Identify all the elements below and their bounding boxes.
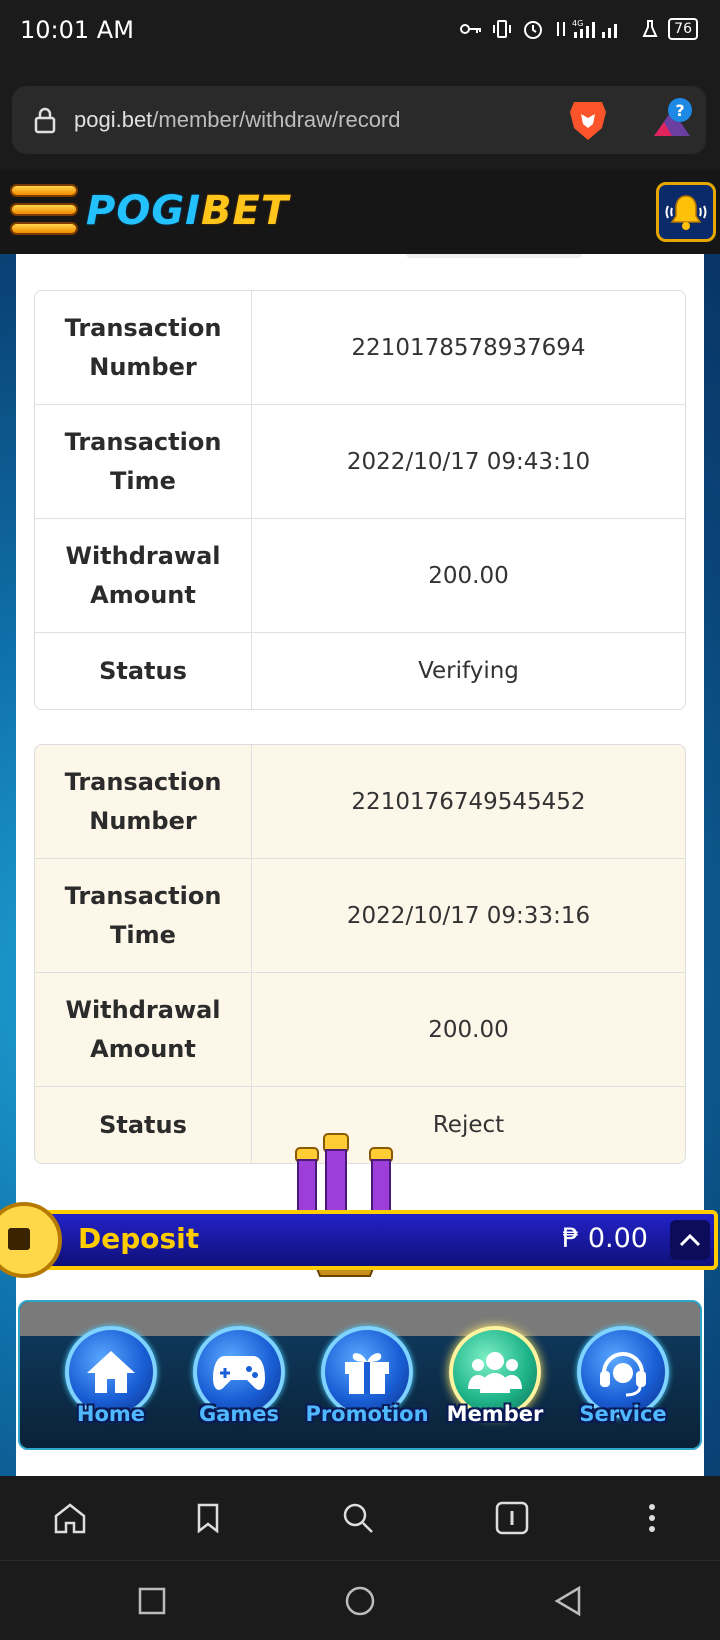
key-icon	[460, 24, 482, 34]
url-host: pogi.bet	[74, 107, 153, 132]
deposit-bar[interactable]: Deposit ₱ 0.00	[40, 1210, 718, 1270]
alarm-icon	[524, 21, 543, 39]
record-row: Transaction Time 2022/10/17 09:43:10	[35, 405, 685, 519]
nav-item-promotion[interactable]: Promotion	[305, 1326, 429, 1446]
transaction-number-value: 2210176749545452	[351, 788, 586, 815]
search-icon	[343, 1503, 373, 1533]
deposit-balance: ₱ 0.00	[562, 1223, 648, 1254]
record-row: Withdrawal Amount 200.00	[35, 973, 685, 1087]
nav-label-games: Games	[198, 1402, 280, 1426]
recents-button[interactable]	[130, 1579, 174, 1623]
bookmark-icon	[197, 1503, 219, 1534]
nav-item-games[interactable]: Games	[184, 1326, 294, 1446]
site-header: POGIBET	[0, 170, 720, 254]
record-row: Status Verifying	[35, 633, 685, 709]
withdraw-record-card: Transaction Number 2210176749545452 Tran…	[34, 744, 686, 1164]
bottom-nav: Home Games Promotion Member Service	[18, 1300, 702, 1450]
deposit-expand-button[interactable]	[670, 1220, 710, 1260]
back-button[interactable]	[546, 1579, 590, 1623]
back-triangle-icon	[554, 1585, 581, 1617]
withdraw-record-card: Transaction Number 2210178578937694 Tran…	[34, 290, 686, 710]
chevron-up-icon	[679, 1233, 701, 1247]
status-icons: 4G 76	[460, 18, 698, 40]
browser-chrome: pogi.bet/member/withdraw/record ?	[0, 66, 720, 170]
url-path: /member/withdraw/record	[152, 107, 401, 132]
nav-label-home: Home	[76, 1402, 146, 1426]
square-icon	[138, 1587, 166, 1615]
status-label: Status	[35, 1087, 252, 1163]
transaction-time-label: Transaction Time	[35, 859, 252, 972]
menu-bar-icon	[10, 184, 78, 197]
svg-text:4G: 4G	[572, 19, 583, 28]
transaction-time-value: 2022/10/17 09:43:10	[346, 448, 591, 475]
svg-text:?: ?	[675, 101, 684, 120]
bell-icon	[665, 195, 707, 230]
nav-label-member: Member	[446, 1402, 544, 1426]
tabs-icon	[495, 1501, 529, 1535]
system-nav-bar	[0, 1560, 720, 1640]
deposit-label: Deposit	[78, 1222, 200, 1255]
withdrawal-amount-label: Withdrawal Amount	[35, 973, 252, 1086]
transaction-time-value: 2022/10/17 09:33:16	[346, 902, 591, 929]
status-label: Status	[35, 633, 252, 709]
tab-stub	[406, 254, 582, 258]
record-row: Transaction Number 2210178578937694	[35, 291, 685, 405]
nav-item-home[interactable]: Home	[56, 1326, 166, 1446]
nav-label-promotion: Promotion	[305, 1402, 429, 1426]
circle-icon	[345, 1586, 375, 1616]
record-row: Withdrawal Amount 200.00	[35, 519, 685, 633]
brave-lion-icon[interactable]	[568, 98, 608, 142]
more-vertical-icon	[649, 1504, 655, 1532]
logo-part1: POGI	[86, 188, 202, 234]
signal-icon: 4G	[557, 19, 618, 38]
transaction-time-label: Transaction Time	[35, 405, 252, 518]
transaction-number-value: 2210178578937694	[351, 334, 586, 361]
menu-bar-icon	[10, 222, 78, 235]
menu-button[interactable]	[10, 184, 78, 242]
status-value: Verifying	[418, 658, 519, 684]
flask-icon	[642, 20, 658, 37]
search-button[interactable]	[336, 1496, 380, 1540]
home-outline-icon	[54, 1503, 86, 1534]
battery-indicator: 76	[668, 18, 698, 40]
record-row: Transaction Number 2210176749545452	[35, 745, 685, 859]
browser-toolbar	[0, 1476, 720, 1560]
withdrawal-amount-value: 200.00	[428, 1016, 509, 1043]
withdrawal-amount-value: 200.00	[428, 562, 509, 589]
address-bar[interactable]: pogi.bet/member/withdraw/record ?	[12, 86, 706, 154]
withdrawal-amount-label: Withdrawal Amount	[35, 519, 252, 632]
more-menu-button[interactable]	[630, 1496, 674, 1540]
logo-part2: BET	[201, 188, 290, 234]
menu-bar-icon	[10, 203, 78, 216]
browser-home-button[interactable]	[48, 1496, 92, 1540]
record-row: Transaction Time 2022/10/17 09:33:16	[35, 859, 685, 973]
nav-item-service[interactable]: Service	[568, 1326, 678, 1446]
transaction-number-label: Transaction Number	[35, 291, 252, 404]
vibrate-icon	[493, 20, 512, 38]
nav-label-service: Service	[579, 1402, 667, 1426]
extension-icon[interactable]: ?	[650, 96, 696, 142]
pogibet-logo[interactable]: POGIBET	[86, 188, 289, 234]
bookmark-button[interactable]	[186, 1496, 230, 1540]
system-home-button[interactable]	[338, 1579, 382, 1623]
page-content[interactable]: Transaction Number 2210178578937694 Tran…	[0, 254, 720, 1476]
coin-icon	[0, 1202, 62, 1278]
status-bar: 10:01 AM 4G 76	[0, 0, 720, 66]
lock-icon	[34, 107, 56, 134]
notification-button[interactable]	[656, 182, 716, 242]
nav-item-member[interactable]: Member	[440, 1326, 550, 1446]
transaction-number-label: Transaction Number	[35, 745, 252, 858]
url-text[interactable]: pogi.bet/member/withdraw/record	[74, 107, 400, 133]
tabs-button[interactable]	[490, 1496, 534, 1540]
withdraw-record-panel: Transaction Number 2210178578937694 Tran…	[16, 254, 704, 1476]
status-time: 10:01 AM	[20, 16, 134, 44]
